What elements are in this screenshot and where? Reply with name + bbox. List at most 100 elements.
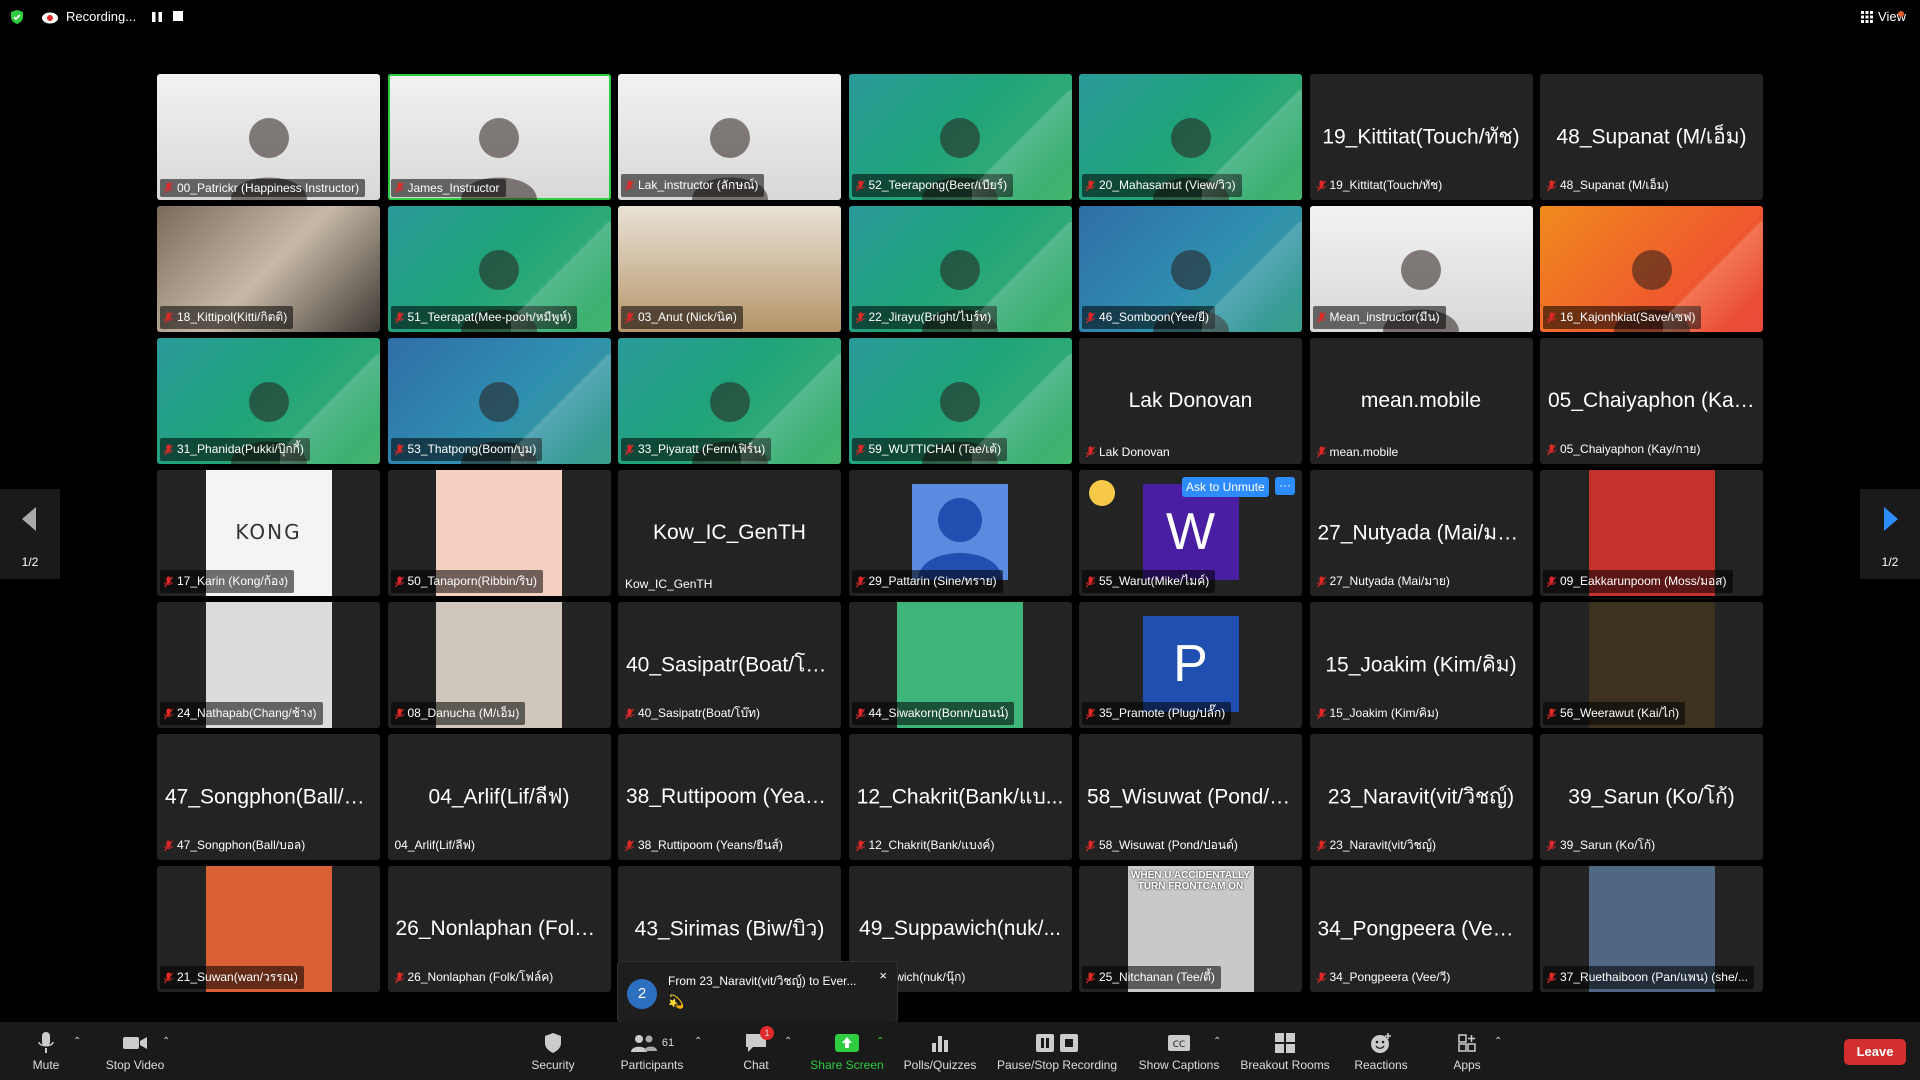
apps-options-caret[interactable]: ⌃ xyxy=(1494,1036,1502,1047)
participant-tile[interactable]: 46_Somboon(Yee/ยี) xyxy=(1079,206,1302,332)
security-label: Security xyxy=(531,1058,575,1072)
security-button[interactable]: Security xyxy=(528,1030,578,1072)
participant-name: 33_Piyaratt (Fern/เฟิร์น) xyxy=(638,442,766,456)
apps-button[interactable]: Apps xyxy=(1450,1030,1484,1072)
participant-display-name: 38_Ruttipoom (Yean... xyxy=(626,785,835,808)
participant-tile[interactable]: 39_Sarun (Ko/โก้) 39_Sarun (Ko/โก้) xyxy=(1540,734,1763,860)
participant-tile[interactable]: 08_Danucha (M/เอ็ม) xyxy=(387,602,611,728)
participant-tile[interactable]: 12_Chakrit(Bank/แบ... 12_Chakrit(Bank/แบง… xyxy=(848,734,1072,860)
participant-tile[interactable]: 05_Chaiyaphon (Kay... 05_Chaiyaphon (Kay/… xyxy=(1540,338,1763,464)
participant-tile[interactable]: 21_Suwan(wan/วรรณ) xyxy=(157,866,380,992)
participant-tile[interactable]: Lak_instructor (ลักษณ์) xyxy=(618,74,841,200)
participant-name-label: 20_Mahasamut (View/วิว) xyxy=(1082,174,1242,197)
participant-tile[interactable]: W Ask to Unmute ··· 55_Warut(Mike/ไมค์) xyxy=(1079,470,1302,596)
participant-tile[interactable]: 56_Weerawut (Kai/ไก่) xyxy=(1540,602,1763,728)
participant-tile[interactable]: 31_Phanida(Pukki/ปุ๊กกี้) xyxy=(157,338,380,464)
chat-preview-text: From 23_Naravit(vit/วิชญ์) to Ever... xyxy=(668,974,857,988)
participant-tile[interactable]: Mean_instructor(มีน) xyxy=(1309,206,1533,332)
participant-name-label: 38_Ruttipoom (Yeans/ยีนส์) xyxy=(621,834,789,857)
share-screen-button[interactable]: Share Screen xyxy=(807,1030,887,1072)
polls-quizzes-button[interactable]: Polls/Quizzes xyxy=(901,1030,979,1072)
participants-icon xyxy=(630,1035,657,1052)
participant-tile[interactable]: 29_Pattarin (Sine/ทราย) xyxy=(848,470,1072,596)
participant-tile[interactable]: James_Instructor xyxy=(387,74,611,200)
participant-tile[interactable]: 51_Teerapat(Mee-pooh/หมีพูห์) xyxy=(387,206,611,332)
recording-status: Recording... xyxy=(66,9,137,24)
ask-to-unmute-button[interactable]: Ask to Unmute xyxy=(1182,477,1269,497)
participant-tile[interactable]: 04_Arlif(Lif/ลีฟ) 04_Arlif(Lif/ลีฟ) xyxy=(387,734,611,860)
pause-stop-recording-button[interactable]: Pause/Stop Recording xyxy=(995,1030,1119,1072)
participant-tile[interactable]: 58_Wisuwat (Pond/ป... 58_Wisuwat (Pond/ปอ… xyxy=(1079,734,1302,860)
participant-tile[interactable]: 27_Nutyada (Mai/มาย) 27_Nutyada (Mai/มาย) xyxy=(1309,470,1533,596)
chat-button[interactable]: 1 Chat xyxy=(738,1026,774,1072)
participant-tile[interactable]: 15_Joakim (Kim/คิม) 15_Joakim (Kim/คิม) xyxy=(1309,602,1533,728)
participant-tile[interactable]: Kow_IC_GenTH Kow_IC_GenTH xyxy=(618,470,841,596)
participant-tile[interactable]: 40_Sasipatr(Boat/โบ๊... 40_Sasipatr(Boat/… xyxy=(618,602,841,728)
stop-recording-button[interactable] xyxy=(173,11,183,21)
share-options-caret[interactable]: ⌃ xyxy=(876,1036,884,1047)
participant-tile[interactable]: 53_Thatpong(Boom/บูม) xyxy=(387,338,611,464)
captions-options-caret[interactable]: ⌃ xyxy=(1213,1036,1221,1047)
chat-options-caret[interactable]: ⌃ xyxy=(784,1036,792,1047)
participant-tile[interactable]: WHEN U ACCIDENTALLY TURN FRONTCAM ON 25_N… xyxy=(1079,866,1302,992)
muted-mic-icon xyxy=(1547,312,1556,323)
muted-mic-icon xyxy=(1316,840,1326,851)
participant-tile[interactable]: 48_Supanat (M/เอ็ม) 48_Supanat (M/เอ็ม) xyxy=(1540,74,1763,200)
participant-tile[interactable]: KONG 17_Karin (Kong/ก้อง) xyxy=(157,470,380,596)
participant-tile[interactable]: 50_Tanaporn(Ribbin/ริบ) xyxy=(387,470,611,596)
participant-tile[interactable]: 47_Songphon(Ball/บ... 47_Songphon(Ball/บอ… xyxy=(157,734,380,860)
top-bar: Recording... View xyxy=(0,0,1920,34)
participant-name: 26_Nonlaphan (Folk/โฟล์ค) xyxy=(407,970,554,984)
show-captions-button[interactable]: CC Show Captions xyxy=(1136,1030,1222,1072)
leave-meeting-button[interactable]: Leave xyxy=(1844,1039,1906,1065)
participant-name: 37_Ruethaiboon (Pan/แพน) (she/... xyxy=(1560,970,1748,984)
participant-name-label: 53_Thatpong(Boom/บูม) xyxy=(390,438,543,461)
microphone-icon xyxy=(38,1032,54,1053)
video-options-caret[interactable]: ⌃ xyxy=(162,1036,170,1047)
participant-tile[interactable]: 18_Kittipol(Kitti/กิตติ) xyxy=(157,206,380,332)
participant-tile[interactable]: 19_Kittitat(Touch/ทัช) 19_Kittitat(Touch/… xyxy=(1309,74,1533,200)
participants-button[interactable]: 61 Participants xyxy=(617,1030,687,1072)
participant-name: 08_Danucha (M/เอ็ม) xyxy=(407,706,520,720)
pause-recording-button[interactable] xyxy=(150,10,164,24)
participant-tile[interactable]: P 35_Pramote (Plug/ปลั๊ก) xyxy=(1079,602,1302,728)
participant-tile[interactable]: 37_Ruethaiboon (Pan/แพน) (she/... xyxy=(1540,866,1763,992)
reactions-smiley-icon xyxy=(1371,1033,1391,1053)
stop-video-button[interactable]: Stop Video xyxy=(100,1030,170,1072)
participant-tile[interactable]: 52_Teerapong(Beer/เบียร์) xyxy=(848,74,1072,200)
participant-tile[interactable]: 44_Siwakorn(Bonn/บอนน์) xyxy=(848,602,1072,728)
reactions-button[interactable]: Reactions xyxy=(1353,1030,1409,1072)
previous-page-button[interactable]: 1/2 xyxy=(0,489,60,579)
more-options-button[interactable]: ··· xyxy=(1275,477,1295,495)
participant-tile[interactable]: 22_Jirayu(Bright/ไบร์ท) xyxy=(848,206,1072,332)
participant-tile[interactable]: mean.mobile mean.mobile xyxy=(1309,338,1533,464)
participant-name-label: 15_Joakim (Kim/คิม) xyxy=(1313,702,1445,725)
next-page-button[interactable]: 1/2 xyxy=(1860,489,1920,579)
participant-tile[interactable]: 09_Eakkarunpoom (Moss/มอส) xyxy=(1540,470,1763,596)
participant-tile[interactable]: 33_Piyaratt (Fern/เฟิร์น) xyxy=(618,338,841,464)
participant-tile[interactable]: 16_Kajonhkiat(Save/เซฟ) xyxy=(1540,206,1763,332)
participant-tile[interactable]: 24_Nathapab(Chang/ช้าง) xyxy=(157,602,380,728)
participant-tile[interactable]: 00_Patrickr (Happiness Instructor) xyxy=(157,74,380,200)
participant-name: 51_Teerapat(Mee-pooh/หมีพูห์) xyxy=(407,310,572,324)
view-button[interactable]: View xyxy=(1861,9,1906,24)
audio-options-caret[interactable]: ⌃ xyxy=(73,1036,81,1047)
participant-tile[interactable]: 26_Nonlaphan (Folk/... 26_Nonlaphan (Folk… xyxy=(387,866,611,992)
participant-tile[interactable]: 03_Anut (Nick/นิค) xyxy=(618,206,841,332)
participant-tile[interactable]: Lak Donovan Lak Donovan xyxy=(1079,338,1302,464)
breakout-rooms-button[interactable]: Breakout Rooms xyxy=(1238,1030,1332,1072)
chat-notification[interactable]: 2 From 23_Naravit(vit/วิชญ์) to Ever... … xyxy=(617,961,898,1023)
participant-tile[interactable]: 34_Pongpeera (Vee/วี) 34_Pongpeera (Vee/ว… xyxy=(1309,866,1533,992)
captions-cc-icon: CC xyxy=(1168,1035,1190,1051)
participant-tile[interactable]: 23_Naravit(vit/วิชญ์) 23_Naravit(vit/วิชญ… xyxy=(1309,734,1533,860)
participant-tile[interactable]: 59_WUTTICHAI (Tae/เต้) xyxy=(848,338,1072,464)
participant-tile[interactable]: 20_Mahasamut (View/วิว) xyxy=(1079,74,1302,200)
mute-button[interactable]: Mute xyxy=(26,1030,66,1072)
participant-name-label: 16_Kajonhkiat(Save/เซฟ) xyxy=(1543,306,1702,329)
participant-display-name: Lak Donovan xyxy=(1128,389,1253,412)
participant-tile[interactable]: 38_Ruttipoom (Yean... 38_Ruttipoom (Yeans… xyxy=(618,734,841,860)
close-chat-notification-button[interactable]: × xyxy=(879,968,887,983)
participants-options-caret[interactable]: ⌃ xyxy=(694,1036,702,1047)
participant-name-label: 51_Teerapat(Mee-pooh/หมีพูห์) xyxy=(390,306,578,329)
muted-mic-icon xyxy=(394,312,404,323)
